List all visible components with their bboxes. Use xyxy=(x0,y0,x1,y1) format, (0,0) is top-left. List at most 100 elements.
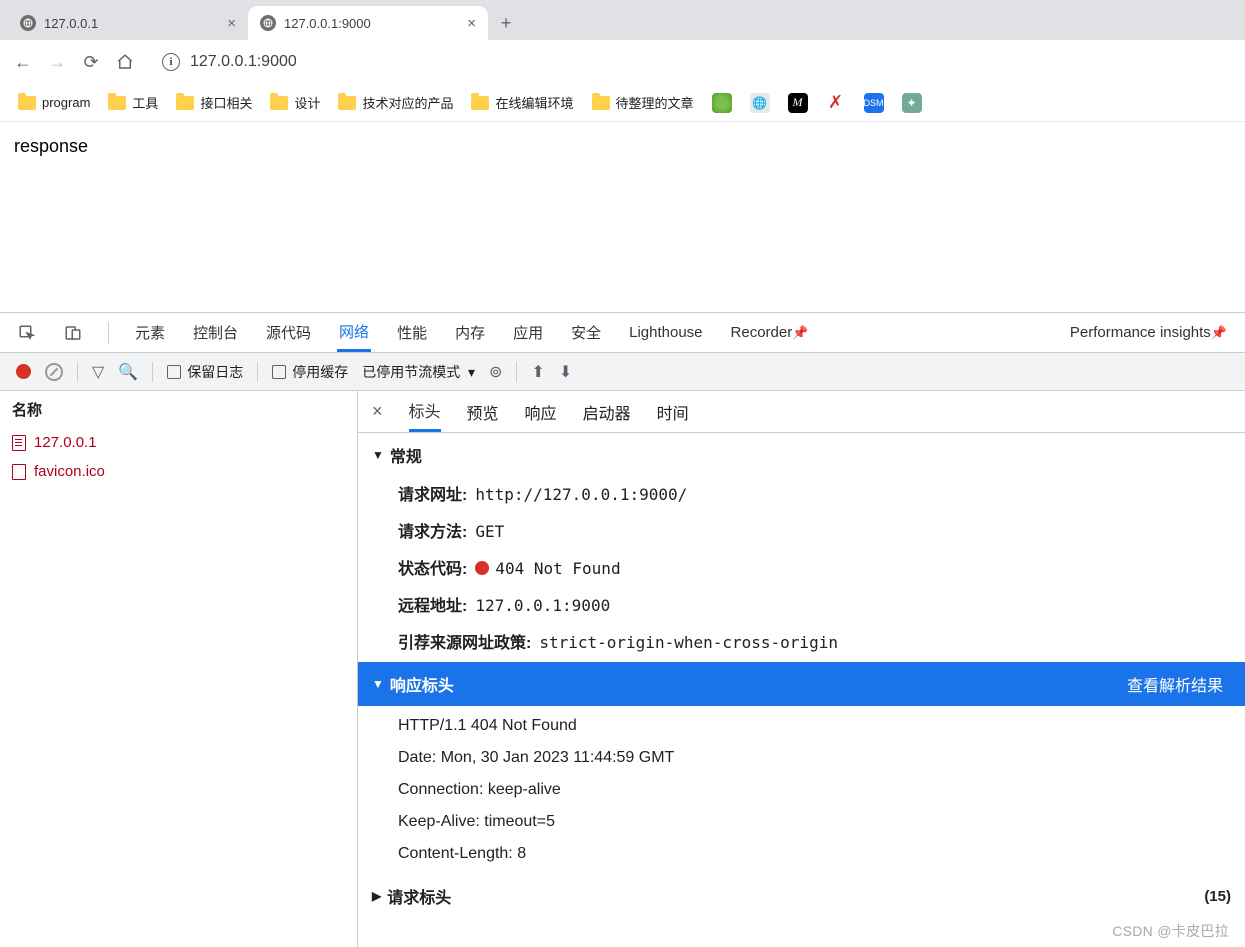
address-bar[interactable]: i 127.0.0.1:9000 xyxy=(148,46,311,78)
back-button[interactable]: ← xyxy=(12,51,34,73)
tab-network[interactable]: 网络 xyxy=(337,313,371,352)
bookmark-folder[interactable]: 设计 xyxy=(270,93,320,112)
app-icon: ✦ xyxy=(902,93,922,113)
forward-button[interactable]: → xyxy=(46,51,68,73)
general-url: 请求网址:http://127.0.0.1:9000/ xyxy=(358,477,1245,514)
tab-recorder[interactable]: Recorder 📌 xyxy=(729,313,811,352)
globe-icon xyxy=(20,15,36,31)
view-parsed-link[interactable]: 查看解析结果 xyxy=(1127,672,1223,696)
section-general[interactable]: ▼ 常规 xyxy=(358,433,1245,477)
status-dot-icon xyxy=(475,561,489,575)
folder-icon xyxy=(270,96,288,110)
url-text: 127.0.0.1:9000 xyxy=(190,53,297,71)
tab-memory[interactable]: 内存 xyxy=(453,313,487,352)
request-row[interactable]: favicon.ico xyxy=(0,457,357,486)
detail-tab-initiator[interactable]: 启动器 xyxy=(583,391,631,432)
detail-tab-timing[interactable]: 时间 xyxy=(657,391,689,432)
folder-icon xyxy=(108,96,126,110)
detail-tab-preview[interactable]: 预览 xyxy=(467,391,499,432)
toolbar: ← → ⟳ i 127.0.0.1:9000 xyxy=(0,40,1245,84)
network-body: 名称 127.0.0.1 favicon.ico × 标头 预览 响应 启动器 … xyxy=(0,391,1245,947)
request-row[interactable]: 127.0.0.1 xyxy=(0,428,357,457)
tab-console[interactable]: 控制台 xyxy=(191,313,240,352)
clear-button[interactable] xyxy=(45,363,63,381)
close-icon[interactable]: × xyxy=(467,15,476,32)
bookmark-icon[interactable]: M xyxy=(788,93,808,113)
checkbox-icon xyxy=(167,365,181,379)
browser-tab-0[interactable]: 127.0.0.1 × xyxy=(8,6,248,40)
triangle-down-icon: ▼ xyxy=(372,448,384,462)
bookmark-icon[interactable] xyxy=(712,93,732,113)
bookmark-folder[interactable]: 技术对应的产品 xyxy=(338,93,453,112)
section-response-headers[interactable]: ▼响应标头 查看解析结果 xyxy=(358,662,1245,706)
request-headers-count: (15) xyxy=(1204,888,1231,905)
tab-sources[interactable]: 源代码 xyxy=(264,313,313,352)
tab-title: 127.0.0.1:9000 xyxy=(284,16,371,31)
app-icon: M xyxy=(788,93,808,113)
general-method: 请求方法:GET xyxy=(358,514,1245,551)
device-toggle-icon[interactable] xyxy=(62,322,84,344)
pin-icon: 📌 xyxy=(792,325,808,341)
new-tab-button[interactable]: + xyxy=(488,6,524,40)
disable-cache-checkbox[interactable]: 停用缓存 xyxy=(272,362,348,382)
section-request-headers[interactable]: ▶ 请求标头 (15) xyxy=(358,874,1245,918)
reload-button[interactable]: ⟳ xyxy=(80,51,102,73)
bookmark-folder[interactable]: program xyxy=(18,95,90,110)
general-referrer: 引荐来源网址政策:strict-origin-when-cross-origin xyxy=(358,625,1245,662)
record-button[interactable] xyxy=(16,364,31,379)
tab-security[interactable]: 安全 xyxy=(569,313,603,352)
tab-application[interactable]: 应用 xyxy=(511,313,545,352)
network-conditions-icon[interactable]: ⊚ xyxy=(489,362,502,382)
throttle-dropdown[interactable]: 已停用节流模式 ▾ xyxy=(362,362,475,382)
app-icon: ✗ xyxy=(826,93,846,113)
upload-icon[interactable]: ⬆ xyxy=(531,362,544,382)
home-button[interactable] xyxy=(114,51,136,73)
page-content: response xyxy=(0,122,1245,171)
detail-tab-response[interactable]: 响应 xyxy=(525,391,557,432)
browser-tab-1[interactable]: 127.0.0.1:9000 × xyxy=(248,6,488,40)
folder-icon xyxy=(471,96,489,110)
bookmark-icon[interactable]: ✗ xyxy=(826,93,846,113)
triangle-down-icon: ▼ xyxy=(372,677,384,691)
tab-title: 127.0.0.1 xyxy=(44,16,98,31)
app-icon xyxy=(712,93,732,113)
devtools: 元素 控制台 源代码 网络 性能 内存 应用 安全 Lighthouse Rec… xyxy=(0,312,1245,947)
folder-icon xyxy=(592,96,610,110)
tab-lighthouse[interactable]: Lighthouse xyxy=(627,313,704,352)
globe-icon xyxy=(260,15,276,31)
bookmark-icon[interactable]: DSM xyxy=(864,93,884,113)
inspect-icon[interactable] xyxy=(16,322,38,344)
search-icon[interactable]: 🔍 xyxy=(118,362,138,382)
general-remote: 远程地址:127.0.0.1:9000 xyxy=(358,588,1245,625)
close-detail-button[interactable]: × xyxy=(372,401,383,422)
network-toolbar: ▽ 🔍 保留日志 停用缓存 已停用节流模式 ▾ ⊚ ⬆ ⬇ xyxy=(0,353,1245,391)
site-info-icon[interactable]: i xyxy=(162,53,180,71)
filter-icon[interactable]: ▽ xyxy=(92,362,104,382)
bookmark-icon[interactable]: 🌐 xyxy=(750,93,770,113)
bookmark-folder[interactable]: 工具 xyxy=(108,93,158,112)
bookmark-bar: program 工具 接口相关 设计 技术对应的产品 在线编辑环境 待整理的文章… xyxy=(0,84,1245,122)
folder-icon xyxy=(18,96,36,110)
bookmark-folder[interactable]: 在线编辑环境 xyxy=(471,93,573,112)
devtools-tab-bar: 元素 控制台 源代码 网络 性能 内存 应用 安全 Lighthouse Rec… xyxy=(0,313,1245,353)
request-detail: × 标头 预览 响应 启动器 时间 ▼ 常规 请求网址:http://127.0… xyxy=(358,391,1245,947)
tab-performance-insights[interactable]: Performance insights 📌 xyxy=(1068,313,1229,352)
pin-icon: 📌 xyxy=(1211,325,1227,341)
triangle-right-icon: ▶ xyxy=(372,889,381,903)
bookmark-icon[interactable]: ✦ xyxy=(902,93,922,113)
download-icon[interactable]: ⬇ xyxy=(559,362,572,382)
document-icon xyxy=(12,464,26,480)
bookmark-folder[interactable]: 待整理的文章 xyxy=(592,93,694,112)
tab-elements[interactable]: 元素 xyxy=(133,313,167,352)
bookmark-folder[interactable]: 接口相关 xyxy=(176,93,252,112)
preserve-log-checkbox[interactable]: 保留日志 xyxy=(167,362,243,382)
close-icon[interactable]: × xyxy=(227,15,236,32)
watermark: CSDN @卡皮巴拉 xyxy=(1112,921,1229,941)
detail-tab-bar: × 标头 预览 响应 启动器 时间 xyxy=(358,391,1245,433)
tab-performance[interactable]: 性能 xyxy=(395,313,429,352)
app-icon: DSM xyxy=(864,93,884,113)
general-status: 状态代码:404 Not Found xyxy=(358,551,1245,588)
tab-strip: 127.0.0.1 × 127.0.0.1:9000 × + xyxy=(0,0,1245,40)
request-list-header: 名称 xyxy=(0,391,357,428)
detail-tab-headers[interactable]: 标头 xyxy=(409,391,441,432)
